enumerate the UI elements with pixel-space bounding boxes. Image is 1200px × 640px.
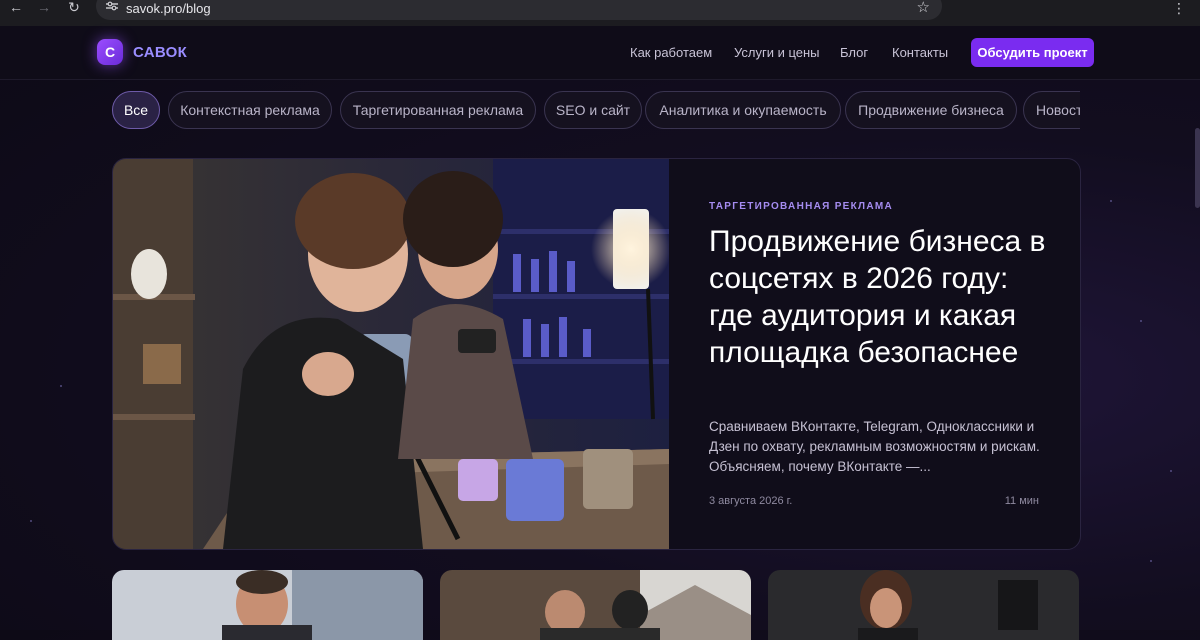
url-text[interactable]: savok.pro/blog — [126, 1, 211, 16]
chip-news[interactable]: Новости — [1023, 91, 1080, 129]
featured-title[interactable]: Продвижение бизнеса в соцсетях в 2026 го… — [709, 223, 1049, 371]
nav-blog[interactable]: Блог — [840, 45, 868, 60]
back-icon[interactable]: ← — [6, 0, 26, 20]
reload-icon[interactable]: ↻ — [64, 0, 84, 20]
chip-business-promo[interactable]: Продвижение бизнеса — [845, 91, 1017, 129]
featured-read-time: 11 мин — [1004, 495, 1039, 507]
logo-text[interactable]: САВОК — [133, 44, 187, 61]
nav-how-we-work[interactable]: Как работаем — [630, 45, 712, 60]
address-bar[interactable]: savok.pro/blog ☆ — [96, 0, 942, 20]
browser-menu-icon[interactable]: ⋮ — [1172, 0, 1186, 17]
chip-seo[interactable]: SEO и сайт — [544, 91, 642, 129]
decor-star — [60, 385, 62, 387]
decor-star — [1170, 470, 1172, 472]
decor-star — [1140, 320, 1142, 322]
site-settings-icon[interactable] — [106, 1, 118, 11]
chip-analytics[interactable]: Аналитика и окупаемость — [645, 91, 841, 129]
featured-article-card[interactable]: ТАРГЕТИРОВАННАЯ РЕКЛАМА Продвижение бизн… — [112, 158, 1081, 550]
chip-all[interactable]: Все — [112, 91, 160, 129]
chip-context-ads[interactable]: Контекстная реклама — [168, 91, 332, 129]
logo-icon[interactable]: С — [97, 39, 123, 65]
forward-icon[interactable]: → — [34, 0, 54, 20]
nav-services[interactable]: Услуги и цены — [734, 45, 820, 60]
featured-excerpt: Сравниваем ВКонтакте, Telegram, Одноклас… — [709, 419, 1040, 474]
featured-article-image[interactable] — [113, 159, 669, 549]
category-filters: Все Контекстная реклама Таргетированная … — [112, 91, 1080, 129]
featured-article-text: ТАРГЕТИРОВАННАЯ РЕКЛАМА Продвижение бизн… — [709, 159, 1049, 549]
nav-contacts[interactable]: Контакты — [892, 45, 948, 60]
browser-toolbar: ← → ↻ savok.pro/blog ☆ ⋮ — [0, 0, 1200, 27]
decor-star — [30, 520, 32, 522]
chip-targeted-ads[interactable]: Таргетированная реклама — [340, 91, 536, 129]
page-scrollbar[interactable] — [1195, 128, 1200, 208]
decor-star — [1110, 200, 1112, 202]
discuss-project-button[interactable]: Обсудить проект — [971, 38, 1094, 67]
bookmark-star-icon[interactable]: ☆ — [917, 0, 930, 16]
featured-category[interactable]: ТАРГЕТИРОВАННАЯ РЕКЛАМА — [709, 201, 893, 212]
featured-date: 3 августа 2026 г. — [709, 495, 793, 507]
site-header: С САВОК Как работаем Услуги и цены Блог … — [0, 26, 1200, 80]
decor-star — [1150, 560, 1152, 562]
